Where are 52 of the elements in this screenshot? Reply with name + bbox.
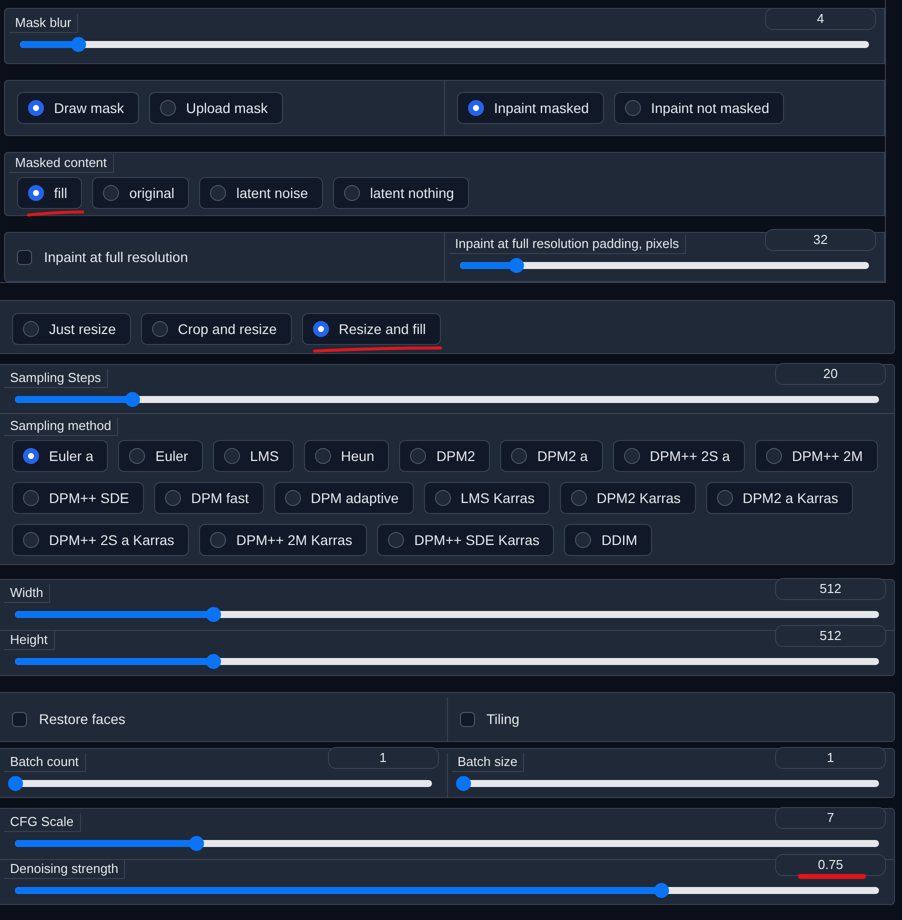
number-field[interactable]: 0.75: [775, 854, 886, 876]
checkbox-label: Tiling: [486, 710, 520, 729]
radio-option[interactable]: latent noise: [199, 177, 323, 209]
radio-option[interactable]: DPM adaptive: [274, 482, 414, 514]
field-label: Batch count: [4, 753, 86, 772]
field-label: Height: [4, 631, 55, 650]
radio-option[interactable]: DPM++ SDE Karras: [377, 524, 554, 556]
radio-option[interactable]: latent nothing: [332, 177, 470, 209]
radio-option[interactable]: Resize and fill: [302, 313, 441, 345]
field-label: Sampling Steps: [4, 369, 108, 388]
radio-option[interactable]: Euler: [118, 440, 204, 472]
radio-option[interactable]: Heun: [304, 440, 390, 472]
radio-option[interactable]: fill: [17, 177, 82, 209]
number-field[interactable]: 512: [775, 578, 886, 600]
field-label: Mask blur: [9, 14, 78, 33]
radio-option[interactable]: LMS: [213, 440, 294, 472]
radio-option[interactable]: Crop and resize: [140, 313, 292, 345]
radio-option[interactable]: DDIM: [564, 524, 652, 556]
radio-option[interactable]: DPM++ 2M Karras: [199, 524, 368, 556]
radio-option[interactable]: original: [92, 177, 190, 209]
number-field[interactable]: 1: [775, 747, 886, 769]
radio-option[interactable]: LMS Karras: [424, 482, 550, 514]
field-label: Batch size: [452, 753, 524, 772]
radio-option[interactable]: Inpaint masked: [457, 92, 604, 124]
field-label: CFG Scale: [4, 813, 81, 832]
field-label: Width: [4, 584, 50, 603]
field-label: Denoising strength: [4, 860, 126, 879]
radio-option[interactable]: DPM fast: [154, 482, 264, 514]
number-field[interactable]: 7: [775, 807, 886, 829]
checkbox-label: Restore faces: [39, 710, 126, 728]
radio-option[interactable]: DPM2 Karras: [560, 482, 696, 514]
radio-option[interactable]: DPM2 a Karras: [706, 482, 854, 514]
radio-option[interactable]: DPM++ 2S a Karras: [12, 524, 190, 556]
radio-option[interactable]: DPM++ 2S a: [612, 440, 745, 472]
checkbox-label: Inpaint at full resolution: [44, 248, 188, 267]
radio-option[interactable]: Euler a: [12, 440, 108, 472]
radio-option[interactable]: Upload mask: [149, 92, 283, 124]
field-label: Inpaint at full resolution padding, pixels: [449, 235, 686, 254]
number-field[interactable]: 512: [775, 625, 886, 647]
field-label: Sampling method: [4, 417, 118, 436]
radio-option[interactable]: DPM++ 2M: [754, 440, 878, 472]
number-field[interactable]: 32: [765, 229, 876, 251]
number-field[interactable]: 1: [328, 747, 438, 769]
field-label: Masked content: [9, 154, 114, 173]
radio-option[interactable]: DPM2: [399, 440, 490, 472]
radio-option[interactable]: Inpaint not masked: [614, 92, 784, 124]
radio-option[interactable]: DPM++ SDE: [12, 482, 144, 514]
number-field[interactable]: 20: [775, 363, 886, 385]
radio-option[interactable]: DPM2 a: [500, 440, 603, 472]
radio-option[interactable]: Draw mask: [17, 92, 140, 124]
radio-option[interactable]: Just resize: [12, 313, 131, 345]
number-field[interactable]: 4: [765, 8, 876, 30]
